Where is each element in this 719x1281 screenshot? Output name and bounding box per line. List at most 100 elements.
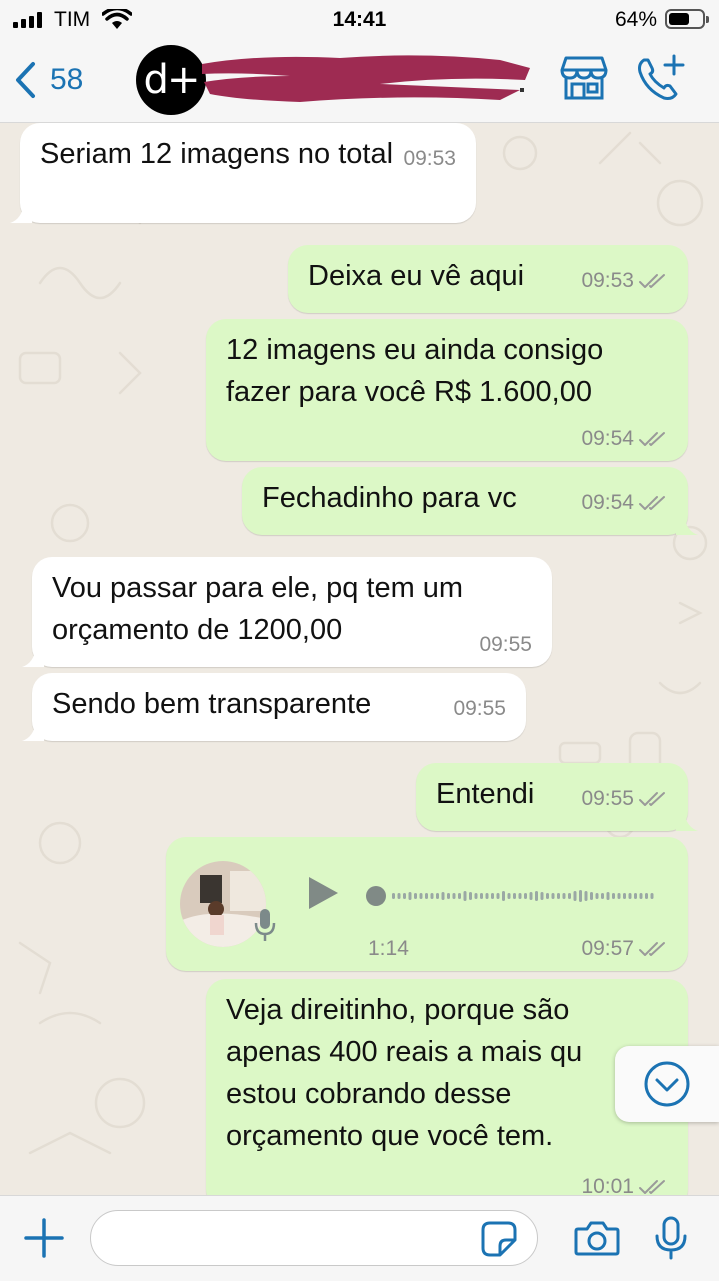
outgoing-message[interactable]: Entendi 09:55 <box>416 763 688 831</box>
waveform-bar <box>650 893 654 899</box>
waveform-bar <box>436 893 439 899</box>
message-text: estou cobrando desse <box>226 1078 512 1110</box>
waveform-bar <box>513 893 516 899</box>
waveform-bar <box>452 893 456 899</box>
bubble-tail <box>10 201 32 223</box>
message-text: Veja direitinho, porque são <box>226 994 570 1026</box>
playback-position-dot[interactable] <box>366 886 386 906</box>
bubble-tail <box>676 809 698 831</box>
waveform-bar <box>623 893 626 899</box>
microphone-icon[interactable] <box>654 1216 688 1260</box>
message-text: Deixa eu vê aqui <box>308 260 525 292</box>
read-receipt-icon <box>639 496 665 510</box>
waveform-bar <box>546 893 549 899</box>
waveform-bar <box>480 893 483 899</box>
outgoing-message[interactable]: 12 imagens eu ainda consigo fazer para vo… <box>206 319 688 461</box>
waveform-bar <box>573 891 577 901</box>
waveform-bar <box>628 893 632 899</box>
audio-waveform[interactable] <box>366 881 656 911</box>
waveform-bar <box>469 892 472 900</box>
waveform-bar <box>430 893 434 899</box>
message-meta: 09:55 <box>479 633 532 657</box>
waveform-bar <box>551 893 555 899</box>
chevron-down-circle-icon <box>644 1061 690 1107</box>
add-call-icon[interactable] <box>636 54 686 102</box>
waveform-bar <box>463 891 467 901</box>
message-text: Sendo bem transparente <box>52 688 372 720</box>
status-bar: TIM 14:41 64% <box>0 0 719 40</box>
message-meta: 09:53 <box>581 269 668 293</box>
waveform-bar <box>441 892 445 900</box>
waveform-bar <box>502 891 505 901</box>
chevron-left-icon <box>16 62 35 98</box>
read-receipt-icon <box>639 274 665 288</box>
bubble-tail <box>22 645 44 667</box>
message-meta: 09:54 <box>581 427 668 451</box>
message-meta: 09:55 <box>453 697 506 721</box>
message-time: 09:54 <box>581 427 634 450</box>
incoming-message[interactable]: Vou passar para ele, pq tem um orçamento … <box>32 557 552 667</box>
waveform-bar <box>524 893 527 899</box>
outgoing-message[interactable]: Deixa eu vê aqui 09:53 <box>288 245 688 313</box>
waveform-bar <box>425 893 428 899</box>
message-meta: 09:57 <box>581 937 668 961</box>
battery-percentage: 64% <box>614 8 657 31</box>
outgoing-message[interactable]: Fechadinho para vc 09:54 <box>242 467 688 535</box>
waveform-bar <box>617 893 621 899</box>
waveform-bar <box>392 893 395 899</box>
message-meta: 09:55 <box>581 787 668 811</box>
waveform-bar <box>403 893 406 899</box>
sticker-icon[interactable] <box>480 1220 518 1258</box>
read-receipt-icon <box>639 942 665 956</box>
scroll-to-bottom-button[interactable] <box>615 1046 719 1122</box>
message-time: 09:55 <box>581 787 634 810</box>
camera-icon[interactable] <box>574 1220 620 1256</box>
battery-icon <box>665 9 709 29</box>
plus-icon[interactable] <box>24 1218 64 1258</box>
storefront-icon[interactable] <box>560 56 608 100</box>
waveform-bar <box>496 893 500 899</box>
message-text: Seriam 12 imagens no total <box>40 138 394 170</box>
message-time: 09:54 <box>581 491 634 514</box>
clock: 14:41 <box>332 8 387 31</box>
waveform-bar <box>612 893 615 899</box>
redacted-contact-name[interactable] <box>200 50 535 102</box>
message-text: Entendi <box>436 778 535 810</box>
waveform-bar <box>474 893 478 899</box>
waveform-bar <box>408 892 412 900</box>
voice-message-bubble[interactable]: 1:14 09:57 <box>166 837 688 971</box>
message-time: 09:53 <box>581 269 634 292</box>
waveform-bar <box>414 893 417 899</box>
bubble-tail <box>676 1187 686 1195</box>
waveform-bar <box>458 893 461 899</box>
read-receipt-icon <box>639 792 665 806</box>
waveform-bar <box>540 892 544 900</box>
message-composer <box>0 1195 719 1281</box>
play-icon[interactable] <box>306 875 340 911</box>
message-time: 10:01 <box>581 1175 634 1195</box>
message-meta: 09:53 <box>403 147 456 171</box>
waveform-bar <box>568 893 571 899</box>
message-meta: 10:01 <box>581 1175 668 1195</box>
message-meta: 09:54 <box>581 491 668 515</box>
waveform-bar <box>485 893 489 899</box>
waveform-bar <box>419 893 423 899</box>
waveform-bar <box>562 893 566 899</box>
waveform-bar <box>639 893 643 899</box>
incoming-message[interactable]: Sendo bem transparente 09:55 <box>32 673 526 741</box>
back-button[interactable]: 58 <box>14 58 104 102</box>
message-text: 12 imagens eu ainda consigo <box>226 334 604 366</box>
waveform-bar <box>579 890 582 902</box>
incoming-message[interactable]: Seriam 12 imagens no total 09:53 <box>20 123 476 223</box>
waveform-bar <box>491 893 494 899</box>
message-text: Fechadinho para vc <box>262 482 517 514</box>
message-list[interactable]: Seriam 12 imagens no total 09:53 Deixa eu … <box>0 123 719 1195</box>
waveform-bar <box>606 892 610 900</box>
message-time: 09:57 <box>581 937 634 960</box>
message-input[interactable] <box>90 1210 538 1266</box>
read-receipt-icon <box>639 1180 665 1194</box>
message-text: apenas 400 reais a mais qu <box>226 1036 583 1068</box>
waveform-bar <box>557 893 560 899</box>
contact-avatar[interactable]: d+ <box>136 45 206 115</box>
message-text: fazer para você R$ 1.600,00 <box>226 376 592 408</box>
